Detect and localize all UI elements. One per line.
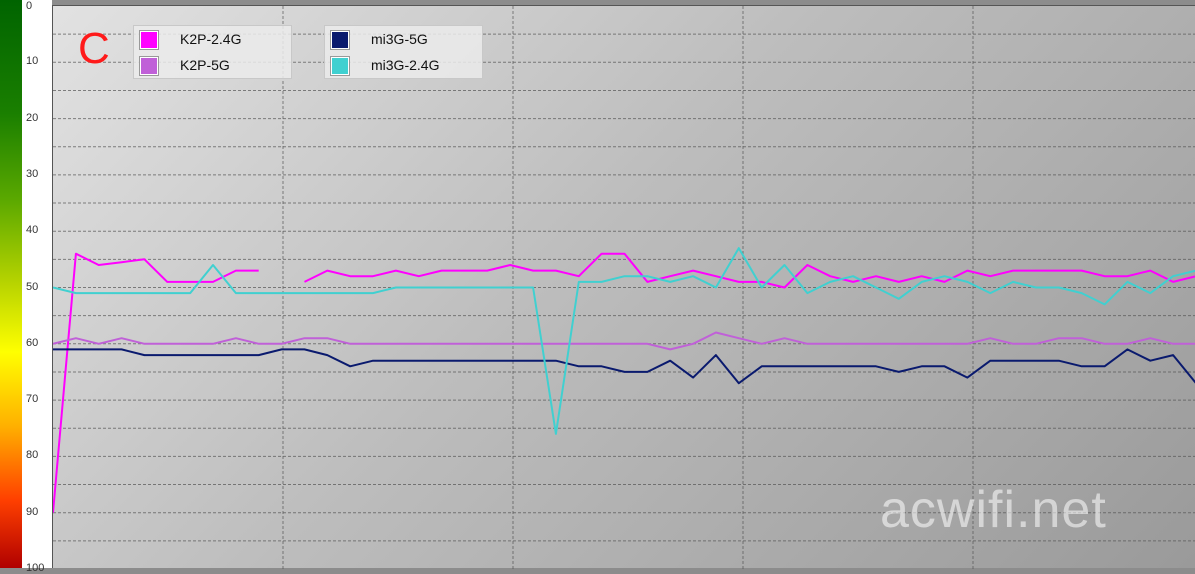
y-tick-label: 50 bbox=[26, 281, 38, 293]
series-line-k2p-2-4g bbox=[305, 254, 1195, 288]
legend-swatch-mi3g-5g bbox=[331, 31, 349, 49]
legend-group-right: mi3G-5G mi3G-2.4G bbox=[324, 25, 483, 79]
y-tick-label: 90 bbox=[26, 506, 38, 518]
legend-swatch-k2p-24g bbox=[140, 31, 158, 49]
y-tick-label: 0 bbox=[26, 0, 32, 12]
legend-group-left: K2P-2.4G K2P-5G bbox=[133, 25, 292, 79]
y-tick-label: 20 bbox=[26, 112, 38, 124]
series-line-mi3g-5g bbox=[53, 349, 1195, 383]
y-tick-label: 60 bbox=[26, 337, 38, 349]
y-tick-label: 40 bbox=[26, 224, 38, 236]
legend-label-mi3g-5g: mi3G-5G bbox=[371, 31, 428, 47]
legend-label-k2p-5g: K2P-5G bbox=[180, 57, 230, 73]
y-tick-label: 10 bbox=[26, 55, 38, 67]
legend-swatch-k2p-5g bbox=[140, 57, 158, 75]
signal-color-scale bbox=[0, 0, 22, 568]
y-tick-label: 30 bbox=[26, 168, 38, 180]
legend-label-mi3g-24g: mi3G-2.4G bbox=[371, 57, 439, 73]
y-tick-label: 100 bbox=[26, 562, 44, 574]
y-tick-label: 70 bbox=[26, 393, 38, 405]
legend-label-k2p-24g: K2P-2.4G bbox=[180, 31, 241, 47]
y-tick-label: 80 bbox=[26, 449, 38, 461]
legend-swatch-mi3g-24g bbox=[331, 57, 349, 75]
panel-label: C bbox=[78, 24, 110, 74]
series-line-k2p-5g bbox=[53, 333, 1195, 350]
watermark: acwifi.net bbox=[880, 482, 1107, 538]
